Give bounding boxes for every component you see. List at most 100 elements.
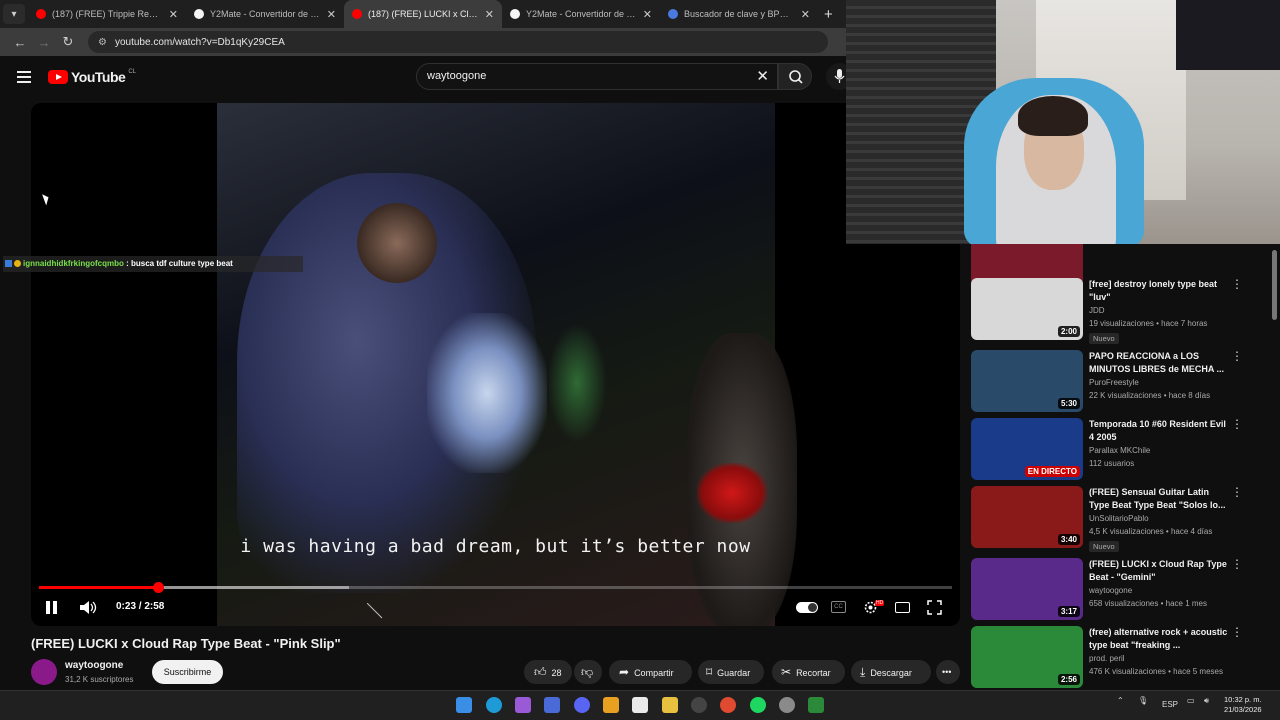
- video-thumbnail[interactable]: EN DIRECTO: [971, 418, 1083, 480]
- download-button[interactable]: ⤓ Descargar: [851, 660, 931, 684]
- more-vert-icon[interactable]: ⋮: [1231, 350, 1243, 362]
- clock-date: 21/03/2026: [1224, 705, 1262, 714]
- tab-close-icon[interactable]: ✕: [327, 8, 336, 21]
- miniplayer-icon[interactable]: [895, 602, 910, 613]
- bookmark-icon: ⌑: [706, 665, 713, 679]
- video-thumbnail[interactable]: 3:40: [971, 486, 1083, 548]
- recommendation-channel[interactable]: Parallax MKChile: [1089, 446, 1150, 455]
- system-clock[interactable]: 10:32 p. m. 21/03/2026: [1224, 695, 1262, 715]
- recommendation-meta: 658 visualizaciones • hace 1 mes: [1089, 599, 1207, 608]
- save-button[interactable]: ⌑ Guardar: [698, 660, 764, 684]
- recommendation-item[interactable]: 3:17 (FREE) LUCKI x Cloud Rap Type Beat -…: [970, 558, 1270, 624]
- more-vert-icon[interactable]: ⋮: [1231, 558, 1243, 570]
- subtitles-icon[interactable]: CC: [831, 601, 846, 613]
- recommendation-channel[interactable]: prod. peril: [1089, 654, 1125, 663]
- browser-tab[interactable]: Y2Mate - Convertidor de YouTu ✕: [186, 0, 344, 28]
- recommendation-channel[interactable]: JDD: [1089, 306, 1105, 315]
- site-info-icon[interactable]: ⚙: [98, 37, 107, 48]
- address-bar[interactable]: ⚙ youtube.com/watch?v=Db1qKy29CEA: [88, 31, 828, 53]
- tab-favicon-icon: [510, 9, 520, 19]
- app-icon[interactable]: [808, 697, 824, 713]
- scrubber-handle[interactable]: [152, 582, 164, 593]
- app-icon[interactable]: [544, 697, 560, 713]
- language-indicator[interactable]: ESP: [1162, 700, 1178, 709]
- recommendation-title[interactable]: (free) alternative rock + acoustic type …: [1089, 626, 1229, 652]
- clear-search-icon[interactable]: ✕: [756, 64, 769, 89]
- file-icon[interactable]: [632, 697, 648, 713]
- chrome-icon[interactable]: [720, 697, 736, 713]
- video-thumbnail[interactable]: 2:56: [971, 626, 1083, 688]
- back-icon[interactable]: ←: [8, 35, 32, 50]
- mic-tray-icon[interactable]: 🎙︎: [1138, 696, 1148, 705]
- new-tab-button[interactable]: +: [824, 6, 833, 23]
- start-icon[interactable]: [456, 697, 472, 713]
- edge-icon[interactable]: [486, 697, 502, 713]
- network-icon[interactable]: ▭: [1187, 696, 1195, 705]
- clip-button[interactable]: ✂ Recortar: [772, 660, 845, 684]
- recommendation-title[interactable]: PAPO REACCIONA a LOS MINUTOS LIBRES de M…: [1089, 350, 1229, 376]
- fullscreen-icon[interactable]: [927, 600, 942, 615]
- channel-name[interactable]: waytoogone: [65, 660, 123, 671]
- recommendation-item[interactable]: 2:00 [free] destroy lonely type beat "luv…: [970, 278, 1270, 344]
- browser-tab[interactable]: Buscador de clave y BPM de ca ✕: [660, 0, 818, 28]
- more-vert-icon[interactable]: ⋮: [1231, 486, 1243, 498]
- more-vert-icon[interactable]: ⋮: [1231, 278, 1243, 290]
- browser-tab[interactable]: (187) (FREE) LUCKI x Cloud ✕: [344, 0, 502, 28]
- tab-close-icon[interactable]: ✕: [801, 8, 810, 21]
- recommendation-item[interactable]: 2:56 (free) alternative rock + acoustic t…: [970, 626, 1270, 690]
- autoplay-toggle[interactable]: [796, 602, 818, 613]
- recommendation-title[interactable]: (FREE) LUCKI x Cloud Rap Type Beat - "Ge…: [1089, 558, 1229, 584]
- tray-chevron-icon[interactable]: ⌃: [1117, 696, 1124, 705]
- hamburger-menu-icon[interactable]: [17, 71, 31, 83]
- video-thumbnail[interactable]: 2:00: [971, 278, 1083, 340]
- youtube-logo[interactable]: YouTube CL: [48, 69, 136, 85]
- tab-close-icon[interactable]: ✕: [485, 8, 494, 21]
- tab-close-icon[interactable]: ✕: [643, 8, 652, 21]
- share-button[interactable]: ➦ Compartir: [609, 660, 692, 684]
- browser-tab[interactable]: Y2Mate - Convertidor de YouTu ✕: [502, 0, 660, 28]
- tab-close-icon[interactable]: ✕: [169, 8, 178, 21]
- reload-icon[interactable]: ↻: [56, 34, 80, 50]
- video-thumbnail[interactable]: 3:17: [971, 558, 1083, 620]
- speaker-icon[interactable]: 🔊︎: [1204, 696, 1209, 706]
- app-icon[interactable]: [691, 697, 707, 713]
- search-input[interactable]: waytoogone ✕: [416, 63, 778, 90]
- more-actions-button[interactable]: •••: [936, 660, 960, 684]
- subscribe-button[interactable]: Suscribirme: [152, 660, 223, 684]
- progress-bar[interactable]: [39, 582, 952, 593]
- like-button[interactable]: 👍︎ 28: [524, 660, 572, 684]
- tab-title: (187) (FREE) Trippie Redd Type: [52, 9, 163, 19]
- discord-icon[interactable]: [574, 697, 590, 713]
- recommendation-channel[interactable]: PuroFreestyle: [1089, 378, 1139, 387]
- screen-root: { "browser": { "tabs": [ {"label": "(187…: [0, 0, 1280, 720]
- chat-username: ignnaidhidkfrkingofcqmbo: [23, 259, 124, 268]
- tab-search-button[interactable]: ▾: [3, 4, 25, 24]
- channel-avatar[interactable]: [31, 659, 57, 685]
- recommendation-title[interactable]: [free] destroy lonely type beat "luv": [1089, 278, 1229, 304]
- recommendation-channel[interactable]: waytoogone: [1089, 586, 1132, 595]
- spotify-icon[interactable]: [750, 697, 766, 713]
- forward-icon[interactable]: →: [32, 35, 56, 50]
- settings-icon[interactable]: [779, 697, 795, 713]
- more-vert-icon[interactable]: ⋮: [1231, 418, 1243, 430]
- recommendation-item[interactable]: EN DIRECTO Temporada 10 #60 Resident Evil…: [970, 418, 1270, 484]
- pause-icon[interactable]: [46, 601, 58, 614]
- live-badge: EN DIRECTO: [1024, 466, 1080, 477]
- recommendation-title[interactable]: (FREE) Sensual Guitar Latin Type Beat Ty…: [1089, 486, 1229, 512]
- recommendation-item[interactable]: 5:30 PAPO REACCIONA a LOS MINUTOS LIBRES …: [970, 350, 1270, 416]
- copilot-icon[interactable]: [515, 697, 531, 713]
- thumbs-down-icon: 👎︎: [581, 665, 594, 679]
- video-thumbnail[interactable]: 5:30: [971, 350, 1083, 412]
- duration-badge: 3:17: [1057, 606, 1080, 617]
- recommendation-channel[interactable]: UnSolitarioPablo: [1089, 514, 1149, 523]
- volume-icon[interactable]: [79, 600, 97, 615]
- recommendation-title[interactable]: Temporada 10 #60 Resident Evil 4 2005: [1089, 418, 1229, 444]
- search-button[interactable]: [778, 63, 812, 90]
- browser-tab[interactable]: (187) (FREE) Trippie Redd Type ✕: [28, 0, 186, 28]
- app-icon[interactable]: [603, 697, 619, 713]
- recommendation-item[interactable]: 3:40 (FREE) Sensual Guitar Latin Type Bea…: [970, 486, 1270, 552]
- dislike-button[interactable]: 👎︎: [574, 660, 602, 684]
- folder-icon[interactable]: [662, 697, 678, 713]
- sidebar-scrollbar[interactable]: [1272, 250, 1277, 320]
- more-vert-icon[interactable]: ⋮: [1231, 626, 1243, 638]
